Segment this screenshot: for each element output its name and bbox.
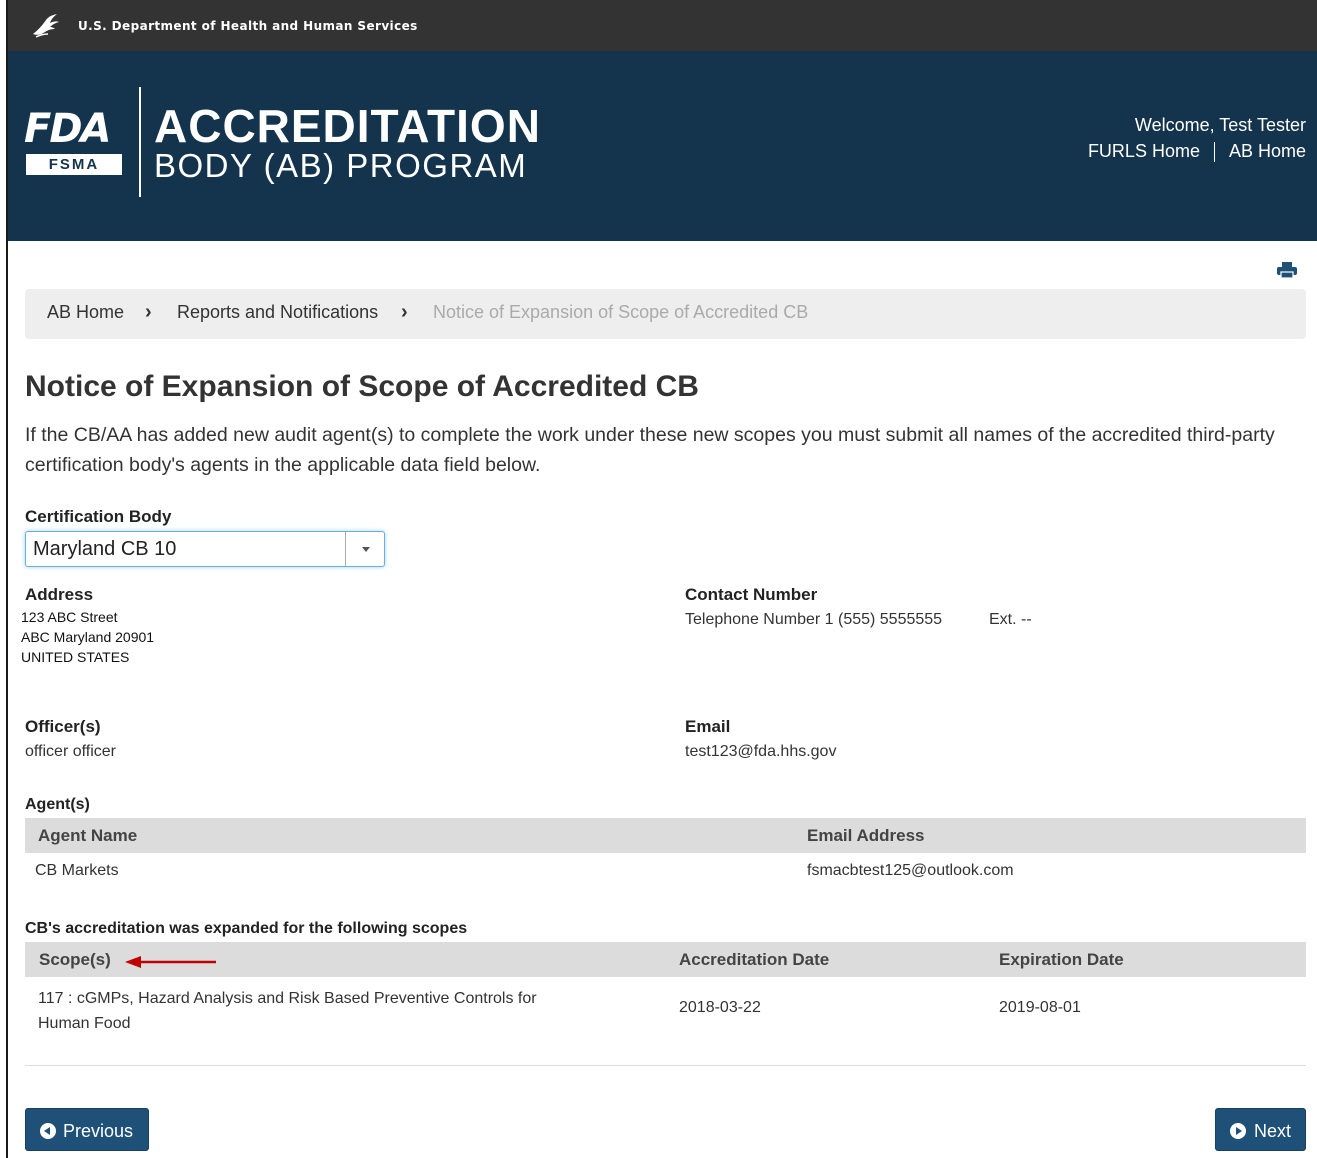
link-separator <box>1213 142 1215 163</box>
hhs-top-bar: U.S. Department of Health and Human Serv… <box>8 0 1317 51</box>
section-divider <box>25 1065 1306 1066</box>
fda-fsma-logo: FDA FSMA <box>24 109 124 175</box>
contact-number-label: Contact Number <box>685 585 818 604</box>
agent-email-column: Email Address <box>807 826 925 845</box>
fda-logo-mark: FDA <box>24 106 111 152</box>
select-divider <box>345 532 346 566</box>
contact-number-value: Telephone Number 1 (555) 5555555 <box>685 611 943 628</box>
agent-name-cell: CB Markets <box>35 862 119 879</box>
email-value: test123@fda.hhs.gov <box>685 743 837 760</box>
contact-extension: Ext. -- <box>989 611 1032 628</box>
program-subtitle: BODY (AB) PROGRAM <box>154 147 528 184</box>
expiration-date-column: Expiration Date <box>999 950 1124 969</box>
accreditation-date-column: Accreditation Date <box>679 950 830 969</box>
address-line-1: 123 ABC Street <box>21 609 118 625</box>
agents-label: Agent(s) <box>25 796 90 813</box>
previous-button[interactable]: Previous <box>25 1108 149 1151</box>
breadcrumb-reports[interactable]: Reports and Notifications <box>177 302 378 323</box>
agent-name-column: Agent Name <box>38 826 138 845</box>
certification-body-selected: Maryland CB 10 <box>33 538 177 560</box>
officers-value: officer officer <box>25 743 117 760</box>
previous-button-label: Previous <box>63 1121 134 1141</box>
scope-column: Scope(s) <box>39 950 111 969</box>
welcome-text: Welcome, Test Tester <box>1134 115 1306 135</box>
chevron-down-icon[interactable] <box>362 547 370 552</box>
scopes-label: CB's accreditation was expanded for the … <box>25 920 468 937</box>
breadcrumb-ab-home[interactable]: AB Home <box>47 302 124 323</box>
circle-arrow-left-icon <box>40 1123 56 1139</box>
next-button-label: Next <box>1254 1121 1292 1141</box>
address-line-3: UNITED STATES <box>21 649 130 665</box>
furls-home-link[interactable]: FURLS Home <box>1088 141 1200 161</box>
address-line-2: ABC Maryland 20901 <box>21 629 155 645</box>
annotation-arrow-icon <box>125 956 216 968</box>
address-label: Address <box>25 585 94 604</box>
chevron-right-icon: › <box>401 301 408 323</box>
scope-cell: 117 : cGMPs, Hazard Analysis and Risk Ba… <box>38 986 537 1036</box>
scope-line-2: Human Food <box>38 1015 131 1032</box>
scope-line-1: 117 : cGMPs, Hazard Analysis and Risk Ba… <box>38 990 537 1007</box>
fsma-logo-label: FSMA <box>26 154 122 175</box>
hhs-agency-name[interactable]: U.S. Department of Health and Human Serv… <box>78 19 418 33</box>
expiration-date-cell: 2019-08-01 <box>999 999 1081 1016</box>
program-title: ACCREDITATION <box>154 100 541 152</box>
ab-home-link[interactable]: AB Home <box>1229 141 1306 161</box>
hhs-eagle-icon <box>33 14 59 38</box>
banner-divider <box>139 87 141 197</box>
scopes-table-header: Scope(s) Accreditation Date Expiration D… <box>25 942 1306 977</box>
circle-arrow-right-icon <box>1230 1123 1246 1139</box>
email-label: Email <box>685 717 731 736</box>
page-frame-edge <box>0 0 8 1158</box>
breadcrumb: AB Home › Reports and Notifications › No… <box>25 289 1306 339</box>
page-intro: If the CB/AA has added new audit agent(s… <box>25 424 1275 476</box>
agents-table-header: Agent Name Email Address <box>25 818 1306 853</box>
accreditation-date-cell: 2018-03-22 <box>679 999 761 1016</box>
certification-body-select[interactable]: Maryland CB 10 <box>25 531 385 567</box>
breadcrumb-current: Notice of Expansion of Scope of Accredit… <box>433 302 809 322</box>
next-button[interactable]: Next <box>1215 1108 1306 1151</box>
officers-label: Officer(s) <box>25 717 101 736</box>
page-title: Notice of Expansion of Scope of Accredit… <box>25 370 699 403</box>
program-banner: FDA FSMA ACCREDITATION BODY (AB) PROGRAM… <box>8 51 1317 241</box>
banner-links: FURLS Home AB Home <box>1088 141 1306 163</box>
chevron-right-icon: › <box>145 301 152 323</box>
certification-body-label: Certification Body <box>25 507 172 526</box>
agent-email-cell: fsmacbtest125@outlook.com <box>807 862 1014 879</box>
print-icon[interactable] <box>1277 262 1297 278</box>
